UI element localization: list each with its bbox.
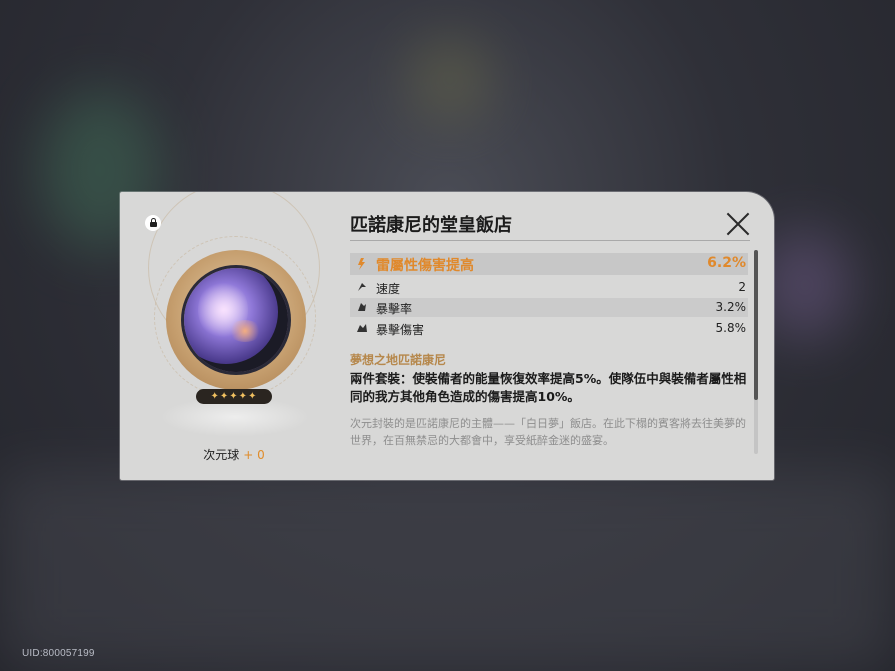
crit-rate-icon xyxy=(358,303,366,311)
speed-icon xyxy=(358,283,366,291)
scrollbar-thumb[interactable] xyxy=(754,250,758,400)
rarity-stars: ✦✦✦✦✦ xyxy=(196,389,272,404)
close-button[interactable] xyxy=(726,212,750,236)
relic-name: 匹諾康尼的堂皇飯店 xyxy=(350,215,512,236)
relic-detail-panel: ✦✦✦✦✦ 次元球 + 0 匹諾康尼的堂皇飯店 雷屬性傷害提高 6.2% 速度 2… xyxy=(120,192,774,480)
background-blur xyxy=(410,40,490,120)
sub-stat-row: 速度 2 xyxy=(350,278,748,297)
lock-icon[interactable] xyxy=(145,215,161,231)
relic-image xyxy=(184,268,288,372)
sub-stat-row: 暴擊傷害 5.8% xyxy=(350,319,748,338)
sub-stat-value: 2 xyxy=(738,280,746,294)
sub-stat-label: 暴擊傷害 xyxy=(376,323,425,337)
main-stat-value: 6.2% xyxy=(707,255,746,271)
sub-stat-label: 暴擊率 xyxy=(376,302,413,316)
item-type-label: 次元球 + 0 xyxy=(120,446,348,463)
main-stat-label: 雷屬性傷害提高 xyxy=(376,258,474,274)
crit-damage-icon xyxy=(357,324,367,332)
item-type-text: 次元球 xyxy=(203,448,240,462)
uid-label: UID:800057199 xyxy=(22,648,95,659)
background-blur xyxy=(0,470,895,671)
sub-stat-value: 3.2% xyxy=(715,300,747,314)
lightning-damage-icon xyxy=(358,258,365,270)
sub-stat-value: 5.8% xyxy=(715,321,747,335)
set-effect: 兩件套裝：使裝備者的能量恢復效率提高5%。使隊伍中與裝備者屬性相同的我方其他角色… xyxy=(350,371,747,404)
set-name: 夢想之地匹諾康尼 xyxy=(350,353,447,367)
main-stat-row: 雷屬性傷害提高 6.2% xyxy=(350,253,748,275)
title-divider xyxy=(350,240,750,241)
relic-lore: 次元封裝的是匹諾康尼的主體——「白日夢」飯店。在此下榻的賓客將去往美夢的世界，在… xyxy=(350,417,746,447)
sub-stat-row: 暴擊率 3.2% xyxy=(350,298,748,317)
relic-preview: ✦✦✦✦✦ 次元球 + 0 xyxy=(120,192,348,480)
level-count: + 0 xyxy=(243,448,265,462)
sub-stat-label: 速度 xyxy=(376,282,401,296)
